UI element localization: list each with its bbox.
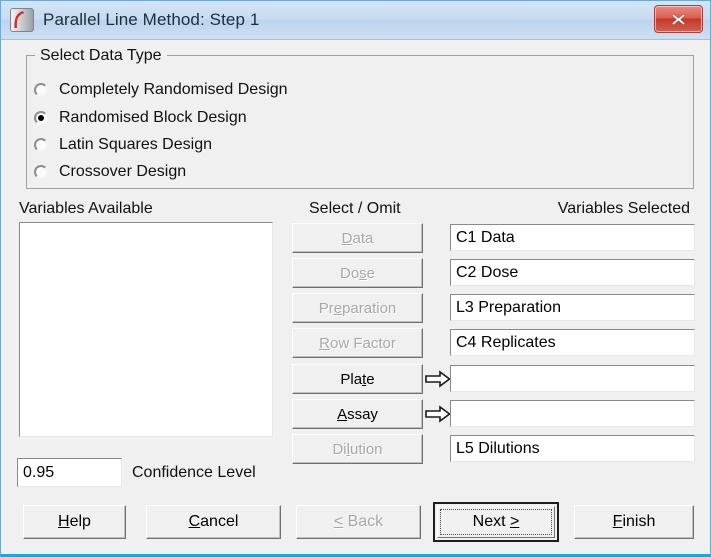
radio-crossover-design[interactable]: Crossover Design (34, 163, 186, 181)
button-label: Row Factor (319, 334, 396, 352)
radio-mark-icon (34, 111, 48, 125)
variables-available-list[interactable] (19, 222, 273, 437)
next-button[interactable]: Next > (433, 502, 559, 542)
select-button-assay[interactable]: Assay (292, 399, 423, 429)
button-label: Finish (612, 513, 656, 530)
select-button-plate[interactable]: Plate (292, 364, 423, 394)
groupbox-legend: Select Data Type (35, 47, 167, 65)
selected-field-data[interactable]: C1 Data (450, 224, 695, 251)
variables-selected-header: Variables Selected (557, 200, 690, 217)
selected-field-plate[interactable] (450, 365, 695, 392)
radio-mark-icon (34, 138, 48, 152)
close-icon[interactable] (654, 5, 703, 33)
window-title: Parallel Line Method: Step 1 (43, 10, 260, 29)
button-label: Data (341, 229, 374, 247)
title-bar[interactable]: Parallel Line Method: Step 1 (1, 1, 710, 40)
radio-completely-randomised-design[interactable]: Completely Randomised Design (34, 81, 288, 99)
back-button: < Back (296, 505, 421, 539)
button-label: Help (58, 513, 91, 530)
variables-available-header: Variables Available (19, 200, 153, 217)
select-button-preparation: Preparation (292, 293, 423, 323)
selected-field-dilution[interactable]: L5 Dilutions (450, 435, 695, 462)
confidence-level-input[interactable]: 0.95 (17, 458, 122, 487)
radio-label: Latin Squares Design (59, 136, 212, 153)
button-label: < Back (333, 513, 384, 530)
button-label: Preparation (318, 299, 397, 317)
button-label: Next > (472, 513, 520, 530)
select-button-dose: Dose (292, 258, 423, 288)
selected-field-assay[interactable] (450, 400, 695, 427)
arrow-right-icon-assay (425, 405, 451, 423)
radio-randomised-block-design[interactable]: Randomised Block Design (34, 109, 247, 127)
radio-label: Completely Randomised Design (59, 81, 288, 98)
button-label: Assay (337, 405, 378, 423)
arrow-right-icon-plate (425, 370, 451, 388)
radio-latin-squares-design[interactable]: Latin Squares Design (34, 136, 212, 154)
select-button-data: Data (292, 223, 423, 253)
button-label: Cancel (188, 513, 239, 530)
app-icon (10, 8, 34, 32)
radio-mark-icon (34, 83, 48, 97)
selected-field-preparation[interactable]: L3 Preparation (450, 294, 695, 321)
radio-mark-icon (34, 165, 48, 179)
select-omit-header: Select / Omit (309, 200, 401, 217)
swoosh-glyph (14, 11, 24, 28)
cancel-button[interactable]: Cancel (146, 505, 281, 539)
confidence-level-label: Confidence Level (132, 464, 256, 481)
radio-label: Crossover Design (59, 163, 187, 180)
help-button[interactable]: Help (23, 505, 126, 539)
button-label: Plate (340, 370, 375, 388)
select-button-row-factor: Row Factor (292, 328, 423, 358)
finish-button[interactable]: Finish (574, 505, 694, 539)
dialog-window: Parallel Line Method: Step 1 Select Data… (0, 0, 711, 557)
selected-field-dose[interactable]: C2 Dose (450, 259, 695, 286)
close-glyph (671, 13, 686, 25)
button-label: Dilution (332, 440, 383, 458)
select-button-dilution: Dilution (292, 434, 423, 464)
radio-label: Randomised Block Design (59, 109, 247, 126)
button-label: Dose (339, 264, 376, 282)
selected-field-row-factor[interactable]: C4 Replicates (450, 329, 695, 356)
